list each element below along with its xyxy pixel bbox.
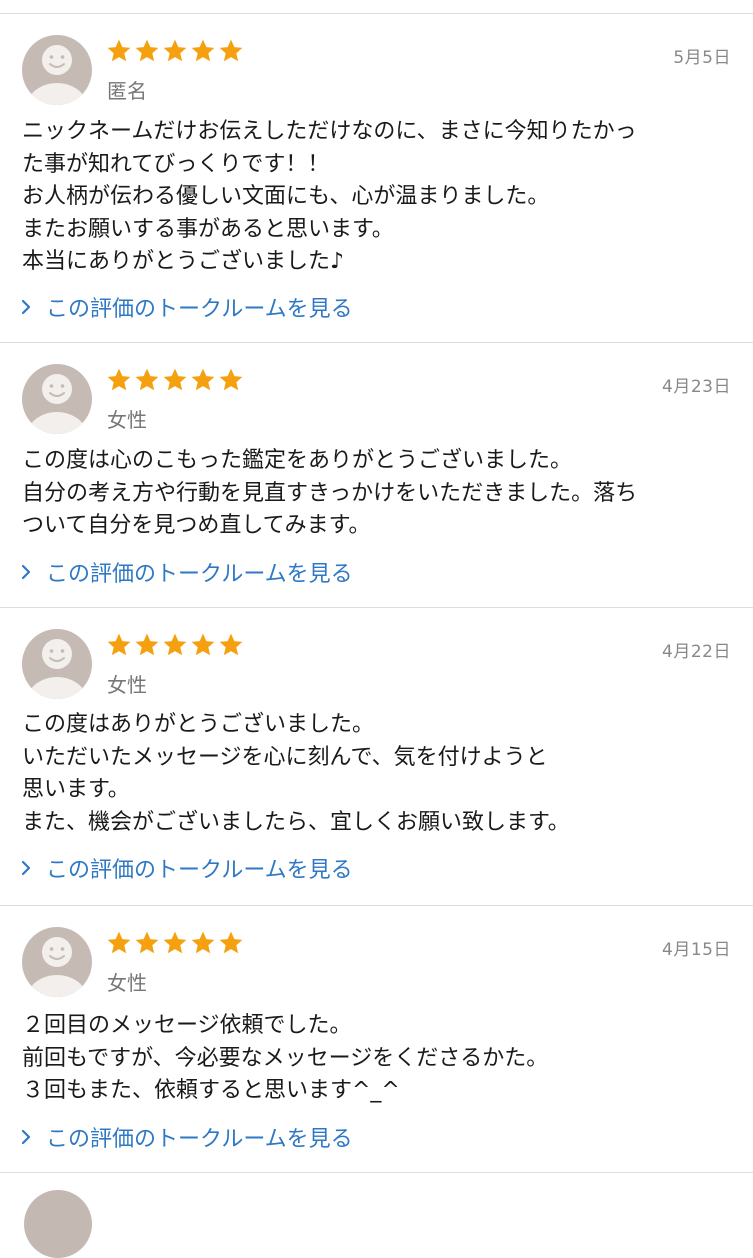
review-text-line: 自分の考え方や行動を見直すきっかけをいただきました。落ち xyxy=(22,480,638,506)
review-text-line: また、機会がございましたら、宜しくお願い致します。 xyxy=(22,809,570,835)
reviewer-name: 匿名 xyxy=(107,79,147,103)
view-talkroom-link[interactable]: この評価のトークルームを見る xyxy=(20,291,353,323)
star-icon xyxy=(190,367,216,393)
star-icon xyxy=(134,38,160,64)
review-text-line: た事が知れてびっくりです！！ xyxy=(22,151,330,177)
star-rating xyxy=(106,930,244,956)
star-rating xyxy=(106,632,244,658)
review-date: 4月22日 xyxy=(662,642,731,662)
view-talkroom-link[interactable]: この評価のトークルームを見る xyxy=(20,556,353,588)
review-text-line: ついて自分を見つめ直してみます。 xyxy=(22,513,371,538)
reviewer-name: 女性 xyxy=(107,673,147,697)
chevron-right-icon xyxy=(20,562,34,582)
star-icon xyxy=(218,632,244,658)
reviewer-name: 女性 xyxy=(107,408,147,432)
review-item: 女性 4月23日 この度は心のこもった鑑定をありがとうございました。 自分の考え… xyxy=(0,343,753,608)
star-rating xyxy=(106,367,244,393)
review-text-line: この度はありがとうございました。 xyxy=(22,712,375,737)
review-item: 女性 4月22日 この度はありがとうございました。 いただいたメッセージを心に刻… xyxy=(0,608,753,906)
review-text-line: 思います。 xyxy=(22,777,130,802)
review-divider xyxy=(0,1172,753,1173)
review-text-line: 本当にありがとうございました♪ xyxy=(22,249,345,274)
star-rating xyxy=(106,38,244,64)
default-user-avatar-icon xyxy=(24,1190,92,1258)
star-icon xyxy=(106,632,132,658)
view-talkroom-label: この評価のトークルームを見る xyxy=(46,297,353,322)
review-text: ニックネームだけお伝えしただけなのに、まさに今知りたかっ た事が知れてびっくりで… xyxy=(22,116,734,279)
star-icon xyxy=(218,930,244,956)
review-item: 女性 4月15日 ２回目のメッセージ依頼でした。 前回もですが、今必要なメッセー… xyxy=(0,906,753,1173)
chevron-right-icon xyxy=(20,858,34,878)
star-icon xyxy=(218,367,244,393)
reviewer-name: 女性 xyxy=(107,971,147,995)
view-talkroom-label: この評価のトークルームを見る xyxy=(46,1127,353,1152)
default-user-avatar-icon xyxy=(22,35,92,105)
default-user-avatar-icon xyxy=(22,364,92,434)
review-date: 4月15日 xyxy=(662,940,731,960)
chevron-right-icon xyxy=(20,1127,34,1147)
view-talkroom-label: この評価のトークルームを見る xyxy=(46,562,353,587)
star-icon xyxy=(106,38,132,64)
review-text: この度は心のこもった鑑定をありがとうございました。 自分の考え方や行動を見直すき… xyxy=(22,445,734,543)
star-icon xyxy=(162,367,188,393)
view-talkroom-label: この評価のトークルームを見る xyxy=(46,858,353,883)
star-icon xyxy=(162,930,188,956)
default-user-avatar-icon xyxy=(22,927,92,997)
review-date: 4月23日 xyxy=(662,377,731,397)
star-icon xyxy=(134,367,160,393)
star-icon xyxy=(162,38,188,64)
review-text-line: ２回目のメッセージ依頼でした。 xyxy=(22,1013,352,1038)
review-date: 5月5日 xyxy=(673,48,731,68)
review-text-line: ３回もまた、依頼すると思います^_^ xyxy=(22,1078,400,1103)
view-talkroom-link[interactable]: この評価のトークルームを見る xyxy=(20,852,353,884)
star-icon xyxy=(162,632,188,658)
review-item: 匿名 5月5日 ニックネームだけお伝えしただけなのに、まさに今知りたかっ た事が… xyxy=(0,14,753,343)
review-text: この度はありがとうございました。 いただいたメッセージを心に刻んで、気を付けよう… xyxy=(22,709,734,839)
review-text-line: お人柄が伝わる優しい文面にも、心が温まりました。 xyxy=(22,184,550,209)
review-text: ２回目のメッセージ依頼でした。 前回もですが、今必要なメッセージをくださるかた。… xyxy=(22,1010,734,1108)
review-text-line: この度は心のこもった鑑定をありがとうございました。 xyxy=(22,448,573,473)
star-icon xyxy=(190,38,216,64)
star-icon xyxy=(218,38,244,64)
review-text-line: 前回もですが、今必要なメッセージをくださるかた。 xyxy=(22,1045,549,1071)
star-icon xyxy=(190,632,216,658)
star-icon xyxy=(190,930,216,956)
review-text-line: ニックネームだけお伝えしただけなのに、まさに今知りたかっ xyxy=(22,119,637,144)
review-text-line: いただいたメッセージを心に刻んで、気を付けようと xyxy=(22,744,548,770)
star-icon xyxy=(134,632,160,658)
star-icon xyxy=(134,930,160,956)
star-icon xyxy=(106,930,132,956)
review-text-line: またお願いする事があると思います。 xyxy=(22,216,394,242)
default-user-avatar-icon xyxy=(22,629,92,699)
view-talkroom-link[interactable]: この評価のトークルームを見る xyxy=(20,1121,353,1153)
chevron-right-icon xyxy=(20,297,34,317)
star-icon xyxy=(106,367,132,393)
